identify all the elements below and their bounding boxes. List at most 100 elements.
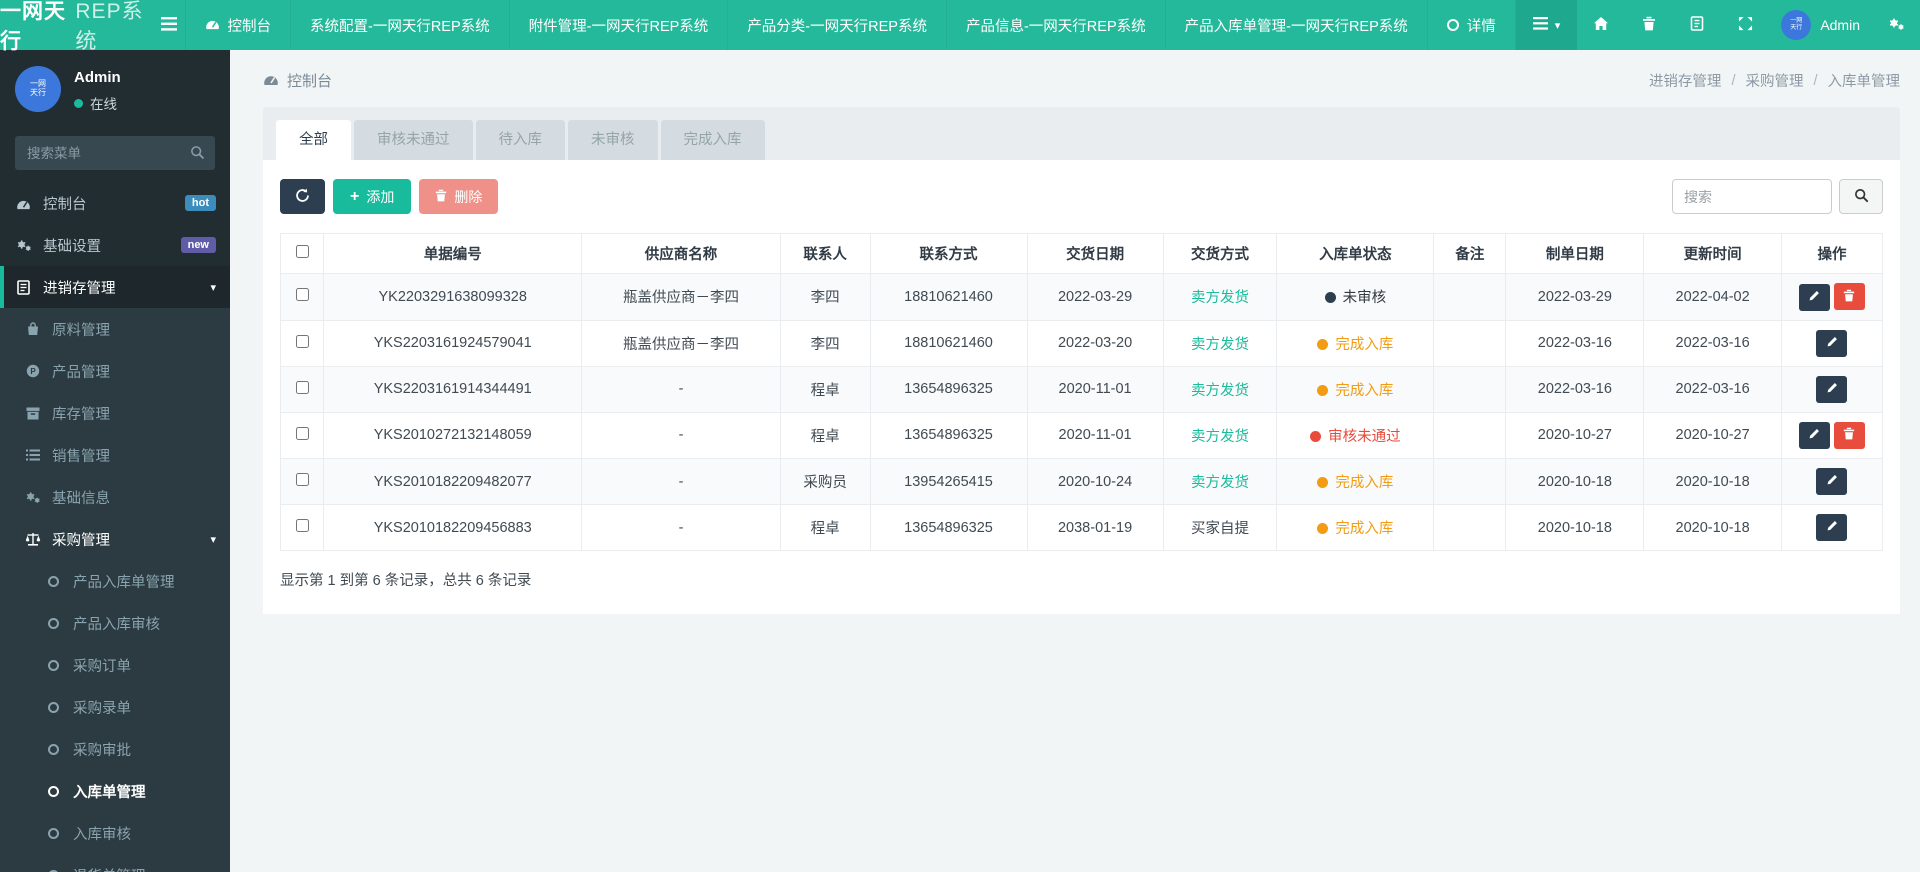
add-button[interactable]: + 添加 — [333, 179, 412, 214]
log-book-icon — [1690, 16, 1704, 34]
cell-contact: 程卓 — [779, 504, 871, 551]
tabs-dropdown-button[interactable]: ▾ — [1515, 0, 1578, 50]
pencil-icon — [1808, 428, 1820, 443]
table-search-button[interactable] — [1839, 179, 1883, 214]
tab-product-inbound[interactable]: 产品入库单管理-一网天行REP系统 — [1166, 0, 1428, 50]
sidebar-toggle-button[interactable] — [153, 0, 185, 50]
cell-order-no: YKS2203161914344491 — [323, 365, 583, 413]
table-row: YK2203291638099328 瓶盖供应商－李四 李四 18810621460 2… — [279, 273, 1884, 321]
sidebar-item-product-inbound-mgmt[interactable]: 产品入库单管理 — [0, 560, 230, 602]
row-checkbox[interactable] — [295, 426, 309, 440]
page-title: 控制台 — [263, 70, 332, 91]
row-checkbox[interactable] — [295, 380, 309, 394]
row-edit-button[interactable] — [1816, 468, 1848, 495]
menu-search-input[interactable] — [15, 136, 215, 170]
sidebar-item-purchase-approval[interactable]: 采购审批 — [0, 728, 230, 770]
delete-button[interactable]: 删除 — [419, 179, 499, 214]
sidebar-item-sales-mgmt[interactable]: 销售管理 — [0, 434, 230, 476]
sidebar-item-purchase-mgmt[interactable]: 采购管理 ▾ — [0, 518, 230, 560]
row-edit-button[interactable] — [1798, 283, 1830, 311]
row-checkbox[interactable] — [295, 288, 309, 302]
gears-icon — [1888, 16, 1905, 34]
tab-console[interactable]: 控制台 — [184, 0, 291, 50]
cogs-icon — [24, 490, 41, 504]
filter-tab-pending-inbound[interactable]: 待入库 — [475, 120, 565, 160]
shopping-bag-icon — [24, 322, 41, 336]
table-search-input[interactable] — [1672, 179, 1832, 214]
row-edit-button[interactable] — [1816, 375, 1848, 403]
filter-tab-all[interactable]: 全部 — [276, 120, 351, 160]
tab-detail[interactable]: 详情 — [1428, 0, 1516, 50]
menu-label: 采购管理 — [52, 532, 110, 549]
row-edit-button[interactable] — [1798, 422, 1830, 449]
filter-tab-audit-rejected[interactable]: 审核未通过 — [354, 120, 473, 160]
status-dot-icon — [1324, 292, 1336, 304]
header-contact: 联系人 — [779, 233, 871, 274]
product-circle-icon: P — [24, 364, 41, 378]
row-edit-button[interactable] — [1816, 514, 1848, 541]
sidebar-item-inventory-mgmt[interactable]: 库存管理 — [0, 392, 230, 434]
tab-attachment[interactable]: 附件管理-一网天行REP系统 — [510, 0, 729, 50]
filter-tab-unaudited[interactable]: 未审核 — [568, 120, 658, 160]
tab-system-config[interactable]: 系统配置-一网天行REP系统 — [291, 0, 510, 50]
header-delivery-method: 交货方式 — [1162, 233, 1278, 274]
sidebar-item-inbound-audit[interactable]: 入库审核 — [0, 812, 230, 854]
brand-logo[interactable]: 一网天行 REP系统 — [0, 0, 153, 53]
search-icon[interactable] — [190, 145, 205, 163]
menu-label: 基础设置 — [43, 238, 101, 255]
sidebar-item-return-order-mgmt[interactable]: 退货单管理 — [0, 854, 230, 872]
refresh-button[interactable] — [280, 179, 325, 214]
breadcrumb-item[interactable]: 进销存管理 — [1649, 70, 1722, 91]
sidebar-item-purchase-entry[interactable]: 采购录单 — [0, 686, 230, 728]
expand-arrows-icon — [1738, 16, 1753, 34]
menu-label: 进销存管理 — [43, 280, 116, 297]
status-dot-icon — [1317, 477, 1329, 488]
pencil-icon — [1808, 290, 1820, 305]
cell-status: 审核未通过 — [1276, 411, 1435, 459]
topbar-actions: ▾ 一网 天行 Admin — [1515, 0, 1920, 50]
breadcrumb-item[interactable]: 采购管理 — [1745, 70, 1803, 91]
sidebar-item-basic-settings[interactable]: 基础设置 new — [0, 224, 230, 266]
row-delete-button[interactable] — [1833, 421, 1865, 449]
status-label: 在线 — [90, 97, 117, 112]
sidebar-item-product-mgmt[interactable]: P 产品管理 — [0, 350, 230, 392]
user-menu[interactable]: 一网 天行 Admin — [1769, 0, 1872, 50]
brand-bold: 一网天行 — [0, 0, 66, 53]
tab-product-info[interactable]: 产品信息-一网天行REP系统 — [947, 0, 1166, 50]
hot-badge: hot — [184, 195, 216, 211]
tab-product-category[interactable]: 产品分类-一网天行REP系统 — [728, 0, 947, 50]
menu-label: 基础信息 — [52, 490, 110, 507]
cell-delivery-date: 2022-03-29 — [1026, 273, 1164, 321]
row-checkbox[interactable] — [295, 473, 309, 486]
sidebar-item-product-inbound-audit[interactable]: 产品入库审核 — [0, 602, 230, 644]
panel-body: + 添加 删除 搜索 单据编号 供应商名称 联系人 联系方式 交货日期 交货方式… — [263, 160, 1900, 614]
clear-cache-button[interactable] — [1625, 0, 1673, 50]
sidebar-item-inbound-order-mgmt[interactable]: 入库单管理 — [0, 770, 230, 812]
menu-label: 产品入库审核 — [73, 616, 160, 633]
row-checkbox[interactable] — [295, 334, 309, 348]
sidebar-item-purchase-order[interactable]: 采购订单 — [0, 644, 230, 686]
row-select-cell — [279, 273, 325, 321]
sidebar-item-erp[interactable]: 进销存管理 ▾ — [0, 266, 230, 308]
sidebar-item-console[interactable]: 控制台 hot — [0, 182, 230, 224]
new-badge: new — [180, 237, 216, 253]
fullscreen-button[interactable] — [1721, 0, 1769, 50]
sidebar-item-basic-info[interactable]: 基础信息 — [0, 476, 230, 518]
home-button[interactable] — [1577, 0, 1625, 50]
row-checkbox[interactable] — [295, 519, 309, 532]
log-button[interactable] — [1673, 0, 1721, 50]
row-delete-button[interactable] — [1833, 283, 1865, 310]
menu-label: 库存管理 — [52, 406, 110, 423]
table-header: 单据编号 供应商名称 联系人 联系方式 交货日期 交货方式 入库单状态 备注 制… — [279, 233, 1884, 274]
cell-supplier: - — [581, 504, 781, 551]
settings-button[interactable] — [1872, 0, 1920, 50]
cell-create-date: 2020-10-18 — [1505, 458, 1645, 505]
row-edit-button[interactable] — [1816, 329, 1848, 357]
menu-label: 入库单管理 — [73, 784, 146, 801]
cell-phone: 18810621460 — [869, 319, 1028, 367]
select-all-checkbox[interactable] — [295, 245, 309, 258]
sidebar-item-raw-material[interactable]: 原料管理 — [0, 308, 230, 350]
cell-create-date: 2020-10-27 — [1505, 411, 1645, 459]
filter-tab-inbound-done[interactable]: 完成入库 — [660, 120, 765, 160]
status-label: 完成入库 — [1335, 475, 1394, 491]
